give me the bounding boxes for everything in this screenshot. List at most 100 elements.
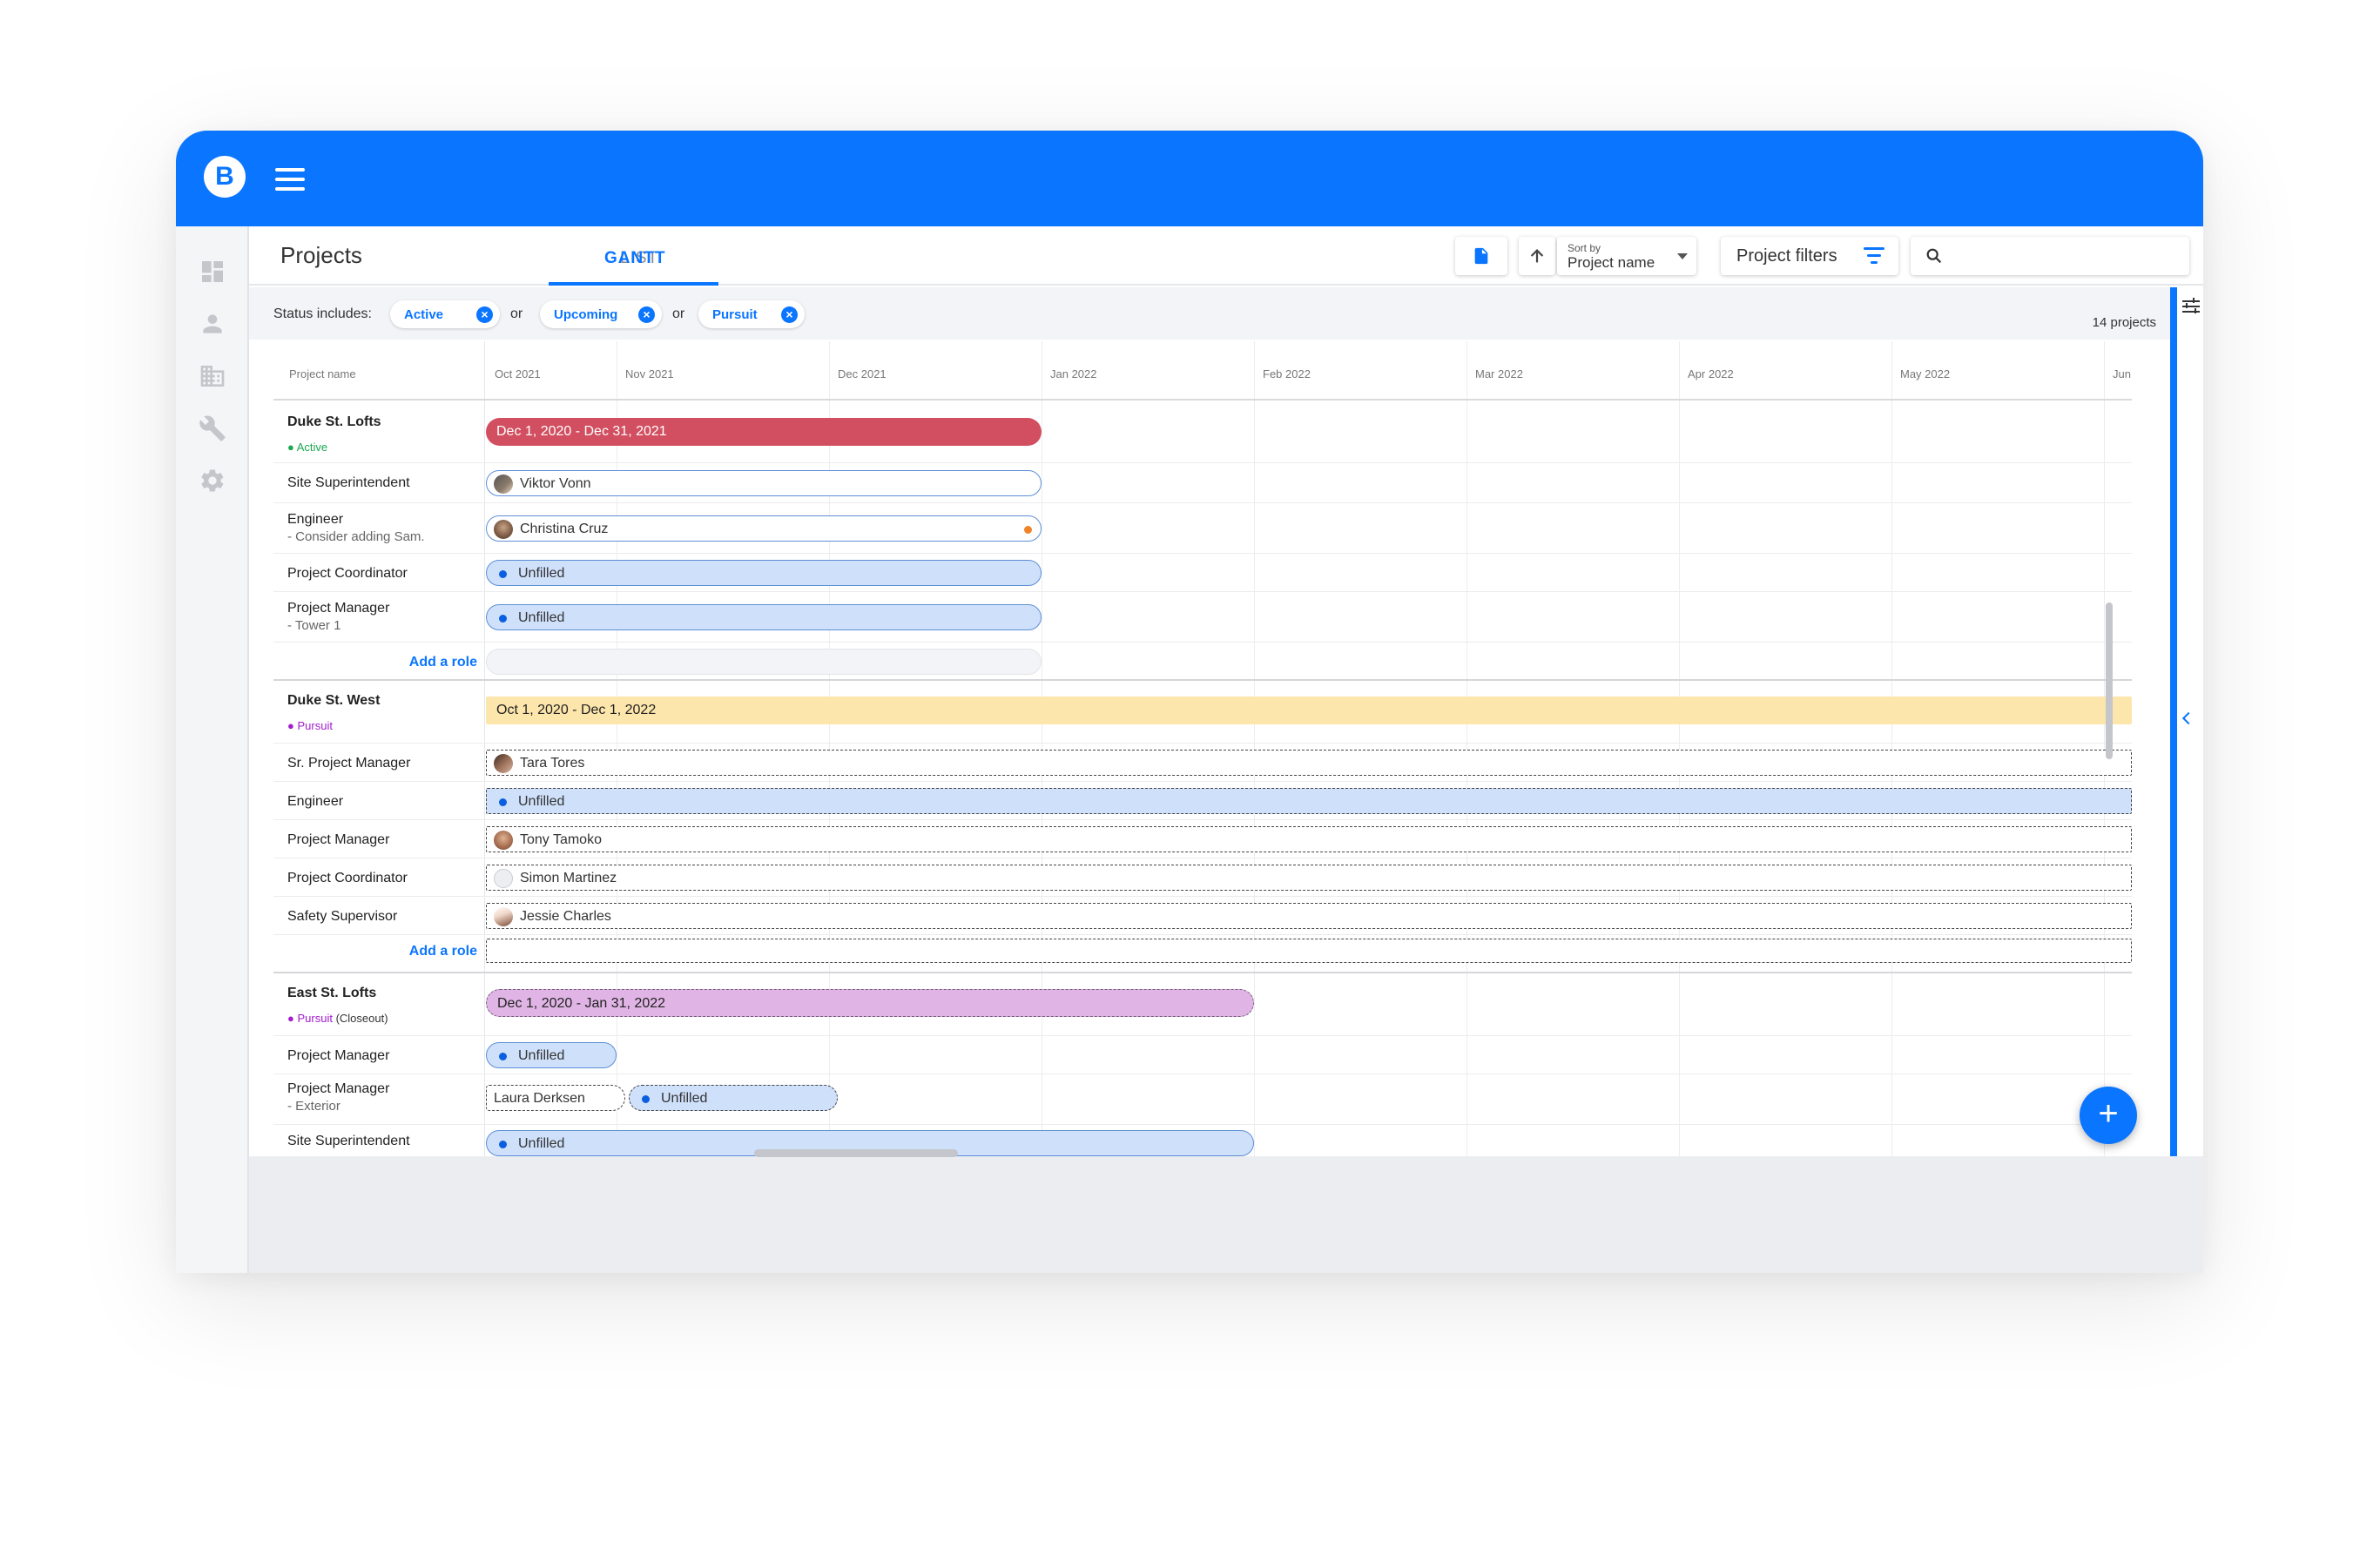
project-bar[interactable]: Dec 1, 2020 - Dec 31, 2021 [486,418,1042,446]
role-bar[interactable]: Christina Cruz [486,515,1042,542]
or-text: or [672,306,685,321]
role-title: Site Superintendent [287,475,410,490]
month-label: Mar 2022 [1475,367,1523,380]
dashboard-icon[interactable] [199,258,226,286]
role-title: Safety Supervisor [287,909,398,924]
project-name[interactable]: Duke St. West [287,693,380,709]
sort-select[interactable]: Sort by Project name [1557,237,1696,275]
role-note: - Tower 1 [287,618,341,633]
role-bar[interactable]: Tony Tamoko [486,826,2132,852]
gear-icon[interactable] [199,467,226,495]
building-icon[interactable] [199,362,226,390]
or-text: or [510,306,523,321]
chevron-left-icon[interactable] [2181,711,2195,725]
role-row[interactable]: Project Manager Tony Tamoko [273,820,2132,858]
project-name-header[interactable]: Project name [289,367,356,380]
role-bar-unfilled[interactable]: Unfilled [486,1042,617,1068]
role-bar[interactable]: Tara Tores [486,750,2132,776]
remove-chip-icon[interactable]: × [638,306,655,323]
filter-icon [1864,247,1884,265]
status-includes-label: Status includes: [273,306,372,321]
project-row[interactable]: Duke St. West ● Pursuit Oct 1, 2020 - De… [273,683,2132,744]
caret-down-icon [1677,253,1688,259]
role-title: Site Superintendent [287,1134,410,1148]
export-button[interactable] [1455,237,1507,275]
project-name[interactable]: Duke St. Lofts [287,414,381,430]
role-row[interactable]: Engineer - Consider adding Sam. Christin… [273,503,2132,554]
role-title: Project Manager [287,1081,390,1096]
role-row[interactable]: Project Manager - Tower 1 Unfilled [273,592,2132,643]
tune-icon[interactable] [2182,298,2200,315]
tab-gantt[interactable]: GANTT [604,249,665,268]
role-bar-unfilled[interactable]: Unfilled [629,1085,838,1111]
project-bar[interactable]: Dec 1, 2020 - Jan 31, 2022 [486,989,1254,1017]
assignee-name: Christina Cruz [520,522,609,536]
app-logo[interactable]: B [204,156,246,198]
chip-active[interactable]: Active × [390,300,500,328]
left-nav [176,226,249,1273]
chip-label: Upcoming [554,307,618,322]
role-title: Project Manager [287,1048,390,1063]
role-bar[interactable]: Simon Martinez [486,865,2132,891]
person-icon[interactable] [199,310,226,338]
project-status: ● Pursuit [287,719,333,732]
role-row[interactable]: Project Coordinator Unfilled [273,554,2132,592]
assignee-name: Viktor Vonn [520,476,591,491]
role-title: Project Manager [287,601,390,616]
gantt-chart: Project name Oct 2021 Nov 2021 Dec 2021 … [273,341,2132,1156]
project-filters-button[interactable]: Project filters [1721,237,1898,275]
search-box[interactable] [1911,237,2189,275]
project-count: 14 projects [2092,315,2156,330]
avatar-placeholder [494,869,513,888]
role-bar[interactable]: Jessie Charles [486,903,2132,929]
arrow-up-icon [1530,249,1544,263]
search-input[interactable] [1954,244,2181,268]
remove-chip-icon[interactable]: × [476,306,493,323]
sort-direction-button[interactable] [1519,237,1555,275]
project-bar[interactable]: Oct 1, 2020 - Dec 1, 2022 [486,697,2132,724]
role-bar-unfilled[interactable]: Unfilled [486,560,1042,586]
add-role-link[interactable]: Add a role [409,655,477,670]
role-bar[interactable]: Laura Derksen [486,1085,625,1111]
role-bar[interactable]: Viktor Vonn [486,470,1042,496]
vertical-scrollbar[interactable] [2106,602,2113,759]
assignee-name: Tara Tores [520,756,585,771]
chip-pursuit[interactable]: Pursuit × [698,300,805,328]
role-note: - Exterior [287,1099,340,1114]
add-role-row: Add a role [273,935,2132,973]
role-bar-unfilled[interactable]: Unfilled [486,604,1042,630]
wrench-icon[interactable] [199,414,226,442]
chip-upcoming[interactable]: Upcoming × [540,300,662,328]
avatar [494,475,513,494]
remove-chip-icon[interactable]: × [781,306,798,323]
menu-icon[interactable] [275,168,305,191]
avatar [494,831,513,850]
project-dates: Oct 1, 2020 - Dec 1, 2022 [496,703,657,717]
role-row[interactable]: Site Superintendent Viktor Vonn [273,463,2132,503]
role-row[interactable]: Site Superintendent Unfilled [273,1125,2132,1156]
role-row[interactable]: Sr. Project Manager Tara Tores [273,744,2132,782]
role-bar-unfilled[interactable]: Unfilled [486,788,2132,814]
project-status-text: Pursuit [297,1012,333,1025]
sort-label: Sort by [1568,242,1601,254]
status-filter-bar: Status includes: Active × or Upcoming × … [249,287,2170,340]
role-title: Project Coordinator [287,566,408,581]
project-name[interactable]: East St. Lofts [287,986,376,1001]
unfilled-dot [499,1141,507,1148]
active-tab-indicator [549,282,718,286]
role-row[interactable]: Engineer Unfilled [273,782,2132,820]
role-row[interactable]: Project Manager - Exterior Laura Derksen… [273,1074,2132,1125]
sort-value: Project name [1568,254,1655,271]
main-content: Projects LIST GANTT Sort by Project name… [249,226,2203,1157]
role-row[interactable]: Project Manager Unfilled [273,1036,2132,1074]
add-role-link[interactable]: Add a role [409,944,477,959]
role-row[interactable]: Project Coordinator Simon Martinez [273,858,2132,897]
role-row[interactable]: Safety Supervisor Jessie Charles [273,897,2132,935]
empty-role-bar [486,649,1042,675]
horizontal-scrollbar[interactable] [754,1149,958,1157]
project-row[interactable]: Duke St. Lofts ● Active Dec 1, 2020 - De… [273,402,2132,463]
project-row[interactable]: East St. Lofts ● Pursuit (Closeout) Dec … [273,975,2132,1036]
add-fab-button[interactable]: + [2080,1087,2137,1144]
search-icon [1926,248,1942,264]
unfilled-label: Unfilled [661,1091,708,1106]
